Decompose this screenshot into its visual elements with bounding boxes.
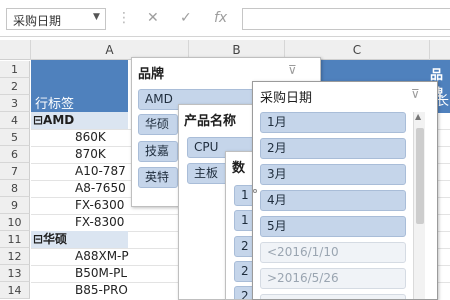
slicer-item[interactable]: 2月 (260, 138, 406, 159)
row-labels-text: 行标签 (35, 97, 75, 112)
cancel-icon[interactable]: ✕ (147, 10, 159, 26)
slicer-item-no-data[interactable]: <2016/1/10 (260, 242, 406, 263)
pivot-item-row[interactable]: FX-6300 (31, 197, 124, 214)
name-box[interactable]: 采购日期 ▼ (6, 8, 106, 30)
slicer-title: 产品名称 (184, 114, 237, 129)
slicer-title: 采购日期 (260, 91, 313, 106)
resize-handle[interactable] (253, 189, 257, 193)
pivot-item-row[interactable]: A10-787 (31, 163, 126, 180)
scroll-up-icon[interactable]: ▲ (415, 112, 421, 121)
row-header[interactable]: 10 (0, 214, 30, 231)
slicer-item[interactable]: 3月 (260, 164, 406, 185)
row-header[interactable]: 14 (0, 282, 30, 299)
row-header[interactable]: 5 (0, 129, 30, 146)
pivot-item-row[interactable]: B50M-PL (31, 265, 127, 282)
slicer-item-no-data[interactable] (260, 294, 406, 299)
slicer-scrollbar[interactable]: ▲ (413, 112, 425, 299)
row-header[interactable]: 11 (0, 231, 30, 248)
chevron-down-icon[interactable]: ▼ (93, 12, 100, 22)
pivot-item-row[interactable]: 870K (31, 146, 106, 163)
pivot-item-row[interactable]: FX-8300 (31, 214, 124, 231)
slicer-title: 数 (232, 161, 246, 176)
row-header[interactable]: 6 (0, 146, 30, 163)
slicer-item[interactable]: 技嘉 (138, 141, 178, 162)
slicer-item[interactable]: 4月 (260, 190, 406, 211)
row-header[interactable]: 9 (0, 197, 30, 214)
row-header[interactable]: 2 (0, 78, 30, 95)
slicer-item[interactable]: 1月 (260, 112, 406, 133)
pivot-group-row[interactable]: ⊟华硕 (31, 231, 128, 248)
slicer-item-no-data[interactable]: >2016/5/26 (260, 268, 406, 289)
row-header[interactable]: 4 (0, 112, 30, 129)
slicer-item[interactable]: 华硕 (138, 114, 178, 135)
pivot-group-row[interactable]: ⊟AMD (31, 112, 128, 129)
pivot-item-row[interactable]: 860K (31, 129, 106, 146)
row-header[interactable]: 3 (0, 95, 30, 112)
enter-icon[interactable]: ✓ (180, 10, 192, 26)
formula-bar: 采购日期 ▼ ⋮ ✕ ✓ fx (0, 0, 450, 37)
row-header[interactable]: 7 (0, 163, 30, 180)
insert-function-icon[interactable]: fx (214, 10, 227, 26)
pivot-item-row[interactable]: A8-7650 (31, 180, 126, 197)
row-header[interactable]: 8 (0, 180, 30, 197)
drag-handle-icon[interactable]: ⋮ (117, 10, 131, 26)
scrollbar-thumb[interactable] (416, 128, 424, 224)
slicer-purchase-date[interactable]: 采购日期 ⊽ 1月 2月 3月 4月 5月 <2016/1/10 >2016/5… (252, 81, 438, 300)
clear-filter-icon[interactable]: ⊽ (288, 63, 297, 77)
slicer-title: 品牌 (138, 67, 165, 82)
select-all-corner[interactable] (0, 40, 31, 60)
slicer-item[interactable]: 英特 (138, 167, 178, 188)
pivot-row-labels-header[interactable]: 行标签 (31, 60, 128, 113)
pivot-item-row[interactable]: A88XM-P (31, 248, 129, 265)
formula-input[interactable] (242, 8, 450, 30)
slicer-item[interactable]: 5月 (260, 216, 406, 237)
clear-filter-icon[interactable]: ⊽ (411, 87, 420, 101)
name-box-value: 采购日期 (13, 14, 62, 28)
row-header[interactable]: 1 (0, 61, 30, 78)
row-header[interactable]: 12 (0, 248, 30, 265)
pivot-item-row[interactable]: B85-PRO (31, 282, 128, 299)
row-header[interactable]: 13 (0, 265, 30, 282)
